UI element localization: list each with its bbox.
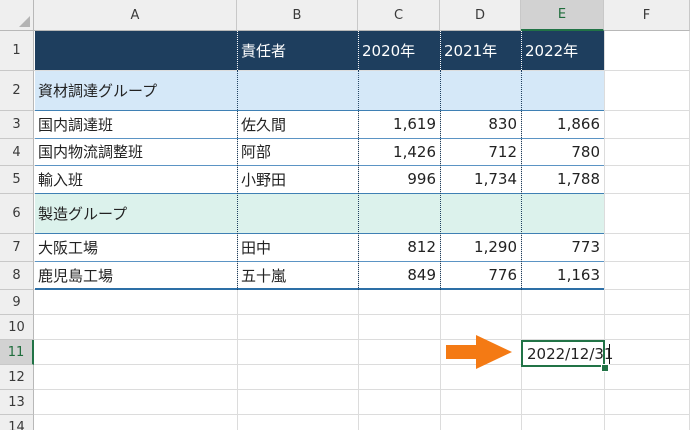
header-2022[interactable]: 2022年 <box>521 31 604 70</box>
manager-name[interactable]: 佐久間 <box>237 110 358 138</box>
value-2021[interactable]: 712 <box>440 138 521 165</box>
row-header-5[interactable]: 5 <box>0 166 34 194</box>
row-header-3[interactable]: 3 <box>0 111 34 139</box>
group-name[interactable]: 資材調達グループ <box>34 70 237 110</box>
select-all-button[interactable] <box>0 0 34 31</box>
value-2021[interactable]: 1,290 <box>440 233 521 261</box>
value-2020[interactable]: 1,619 <box>358 110 440 138</box>
team-name[interactable]: 国内調達班 <box>34 110 237 138</box>
header-manager[interactable]: 責任者 <box>237 31 358 70</box>
row-header-13[interactable]: 13 <box>0 390 34 415</box>
value-2022[interactable]: 1,788 <box>521 165 604 193</box>
row-header-1[interactable]: 1 <box>0 31 34 71</box>
manager-name[interactable]: 田中 <box>237 233 358 261</box>
column-header-C[interactable]: C <box>358 0 440 31</box>
column-header-B[interactable]: B <box>237 0 358 31</box>
row-header-10[interactable]: 10 <box>0 315 34 340</box>
value-2020[interactable]: 996 <box>358 165 440 193</box>
row-header-12[interactable]: 12 <box>0 365 34 390</box>
team-name[interactable]: 国内物流調整班 <box>34 138 237 165</box>
header-2021[interactable]: 2021年 <box>440 31 521 70</box>
row-header-4[interactable]: 4 <box>0 139 34 166</box>
column-header-F[interactable]: F <box>604 0 690 31</box>
row-header-14[interactable]: 14 <box>0 415 34 430</box>
value-2022[interactable]: 1,163 <box>521 261 604 289</box>
row-header-2[interactable]: 2 <box>0 71 34 111</box>
team-name[interactable]: 鹿児島工場 <box>34 261 237 289</box>
spreadsheet-grid[interactable]: 責任者 2020年 2021年 2022年 資材調達グループ 国内調達班 佐久間… <box>0 0 690 430</box>
group-name[interactable]: 製造グループ <box>34 193 237 233</box>
fill-handle[interactable] <box>601 364 609 372</box>
active-cell-E11[interactable]: 2022/12/31 <box>521 340 613 367</box>
value-2022[interactable]: 1,866 <box>521 110 604 138</box>
manager-name[interactable]: 小野田 <box>237 165 358 193</box>
column-header-A[interactable]: A <box>34 0 237 31</box>
manager-name[interactable]: 五十嵐 <box>237 261 358 289</box>
arrow-right-icon <box>446 335 512 369</box>
gridline <box>34 389 690 390</box>
team-name[interactable]: 大阪工場 <box>34 233 237 261</box>
row-header-7[interactable]: 7 <box>0 234 34 262</box>
value-2021[interactable]: 776 <box>440 261 521 289</box>
column-header-D[interactable]: D <box>440 0 521 31</box>
value-2021[interactable]: 830 <box>440 110 521 138</box>
gridline <box>34 314 690 315</box>
team-name[interactable]: 輸入班 <box>34 165 237 193</box>
value-2022[interactable]: 773 <box>521 233 604 261</box>
manager-name[interactable]: 阿部 <box>237 138 358 165</box>
value-2020[interactable]: 812 <box>358 233 440 261</box>
value-2022[interactable]: 780 <box>521 138 604 165</box>
row-header-6[interactable]: 6 <box>0 194 34 234</box>
text-cursor <box>609 344 610 364</box>
value-2020[interactable]: 1,426 <box>358 138 440 165</box>
column-header-E[interactable]: E <box>521 0 604 31</box>
row-header-9[interactable]: 9 <box>0 290 34 315</box>
value-2021[interactable]: 1,734 <box>440 165 521 193</box>
value-2020[interactable]: 849 <box>358 261 440 289</box>
row-header-8[interactable]: 8 <box>0 262 34 290</box>
header-2020[interactable]: 2020年 <box>358 31 440 70</box>
row-header-11[interactable]: 11 <box>0 340 34 365</box>
gridline <box>34 414 690 415</box>
